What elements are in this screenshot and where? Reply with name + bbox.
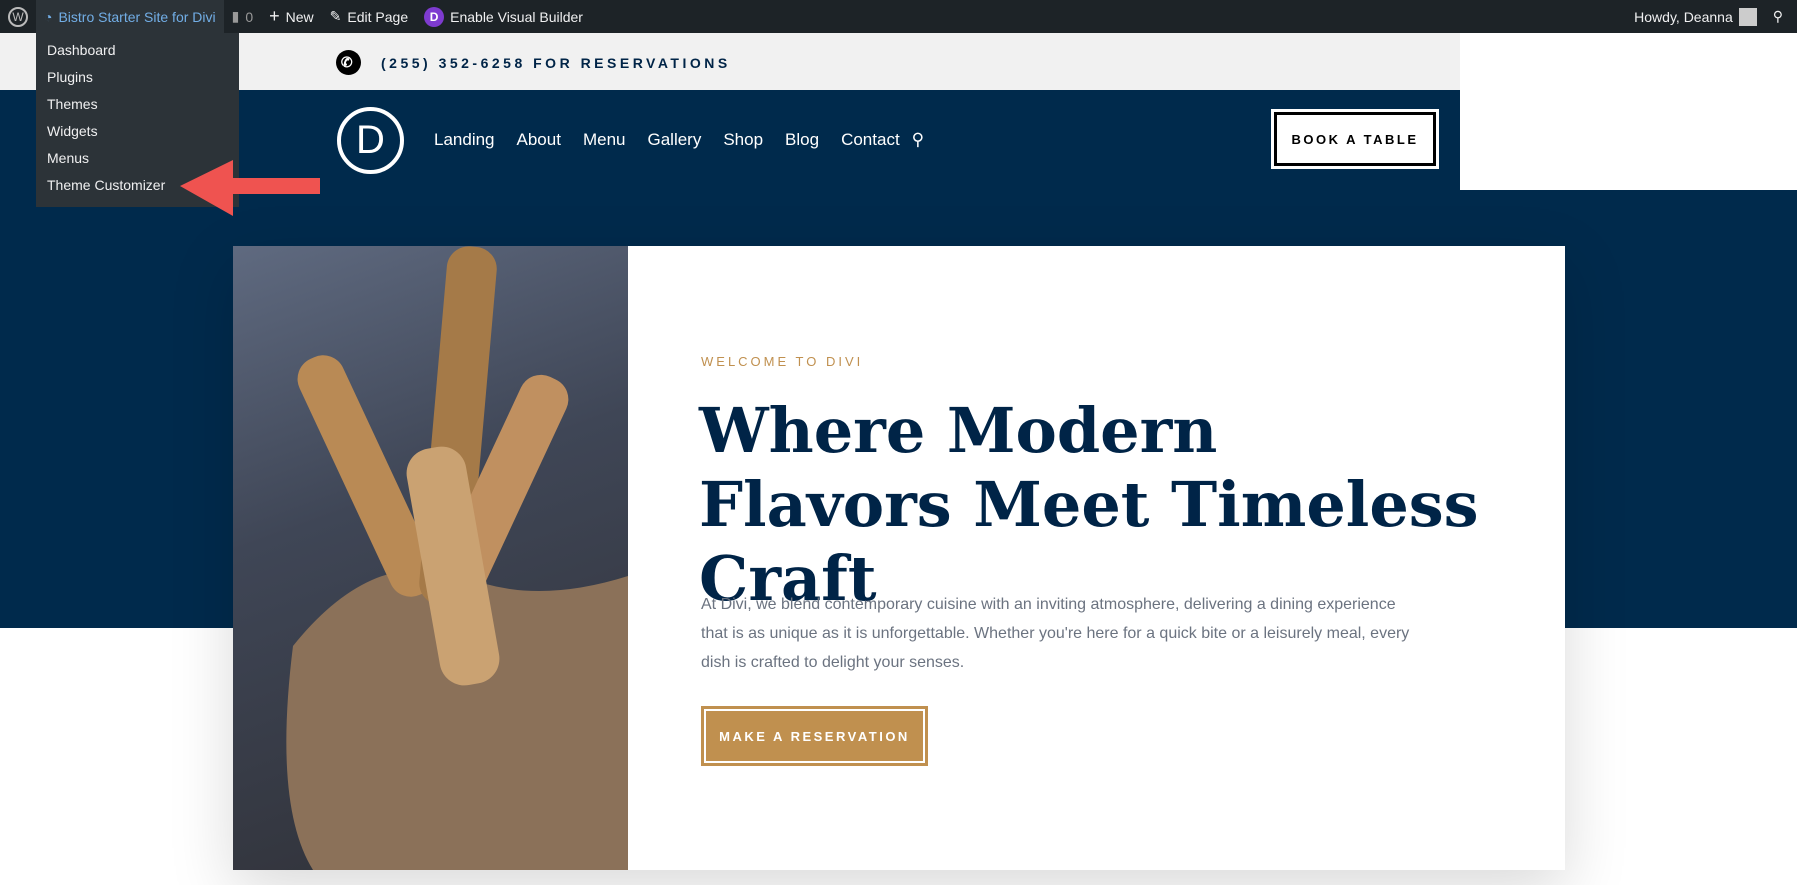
pencil-icon: ✎ <box>329 8 342 24</box>
hero-eyebrow: WELCOME TO DIVI <box>701 354 864 369</box>
hero-card: WELCOME TO DIVI Where Modern Flavors Mee… <box>233 246 1565 870</box>
nav-shop[interactable]: Shop <box>723 130 763 150</box>
edit-label: Edit Page <box>347 8 409 25</box>
arrow-annotation-icon <box>180 160 320 216</box>
hero-description: At Divi, we blend contemporary cuisine w… <box>701 596 1410 671</box>
new-label: New <box>285 8 314 25</box>
comment-count: 0 <box>245 8 254 25</box>
phone-text: (255) 352-6258 FOR RESERVATIONS <box>381 54 731 71</box>
site-name: Bistro Starter Site for Divi <box>58 8 216 25</box>
divi-icon: D <box>424 6 445 27</box>
nav-about[interactable]: About <box>517 130 561 150</box>
search-icon[interactable]: ⚲ <box>912 130 924 150</box>
avatar <box>1738 7 1757 26</box>
nav-menu[interactable]: Menu <box>583 130 626 150</box>
menu-item-plugins[interactable]: Plugins <box>36 64 239 91</box>
hero-title: Where Modern Flavors Meet Timeless Craft <box>699 394 1479 615</box>
breadsticks-image <box>233 246 628 870</box>
nav-gallery[interactable]: Gallery <box>647 130 701 150</box>
phone-info: ✆ (255) 352-6258 FOR RESERVATIONS <box>336 50 731 75</box>
visual-builder-link[interactable]: D Enable Visual Builder <box>416 0 591 33</box>
nav-landing[interactable]: Landing <box>434 130 495 150</box>
menu-item-themes[interactable]: Themes <box>36 91 239 118</box>
user-menu[interactable]: Howdy, Deanna <box>1626 0 1765 33</box>
dashboard-icon: ◔ <box>44 8 53 25</box>
howdy-label: Howdy, Deanna <box>1634 8 1733 25</box>
bread-illustration <box>286 246 628 870</box>
phone-icon: ✆ <box>336 50 361 75</box>
make-reservation-button[interactable]: MAKE A RESERVATION <box>701 706 928 766</box>
new-content-button[interactable]: + New <box>261 0 322 33</box>
nav-blog[interactable]: Blog <box>785 130 819 150</box>
wordpress-logo-icon[interactable]: W <box>0 0 36 33</box>
nav-contact[interactable]: Contact <box>841 130 900 150</box>
comments-link[interactable]: ▮ 0 <box>224 0 262 33</box>
edit-page-link[interactable]: ✎ Edit Page <box>322 0 416 33</box>
visual-builder-label: Enable Visual Builder <box>450 8 583 25</box>
comment-icon: ▮ <box>231 8 240 24</box>
menu-item-widgets[interactable]: Widgets <box>36 118 239 145</box>
site-name-menu[interactable]: ◔ Bistro Starter Site for Divi <box>36 0 224 33</box>
menu-item-dashboard[interactable]: Dashboard <box>36 37 239 64</box>
plus-icon: + <box>269 6 280 26</box>
search-icon[interactable]: ⚲ <box>1765 0 1797 33</box>
main-menu: Landing About Menu Gallery Shop Blog Con… <box>434 130 924 150</box>
admin-bar: W ◔ Bistro Starter Site for Divi ▮ 0 + New … <box>0 0 1797 33</box>
site-logo[interactable]: D <box>337 107 404 174</box>
book-a-table-button[interactable]: BOOK A TABLE <box>1271 109 1439 169</box>
